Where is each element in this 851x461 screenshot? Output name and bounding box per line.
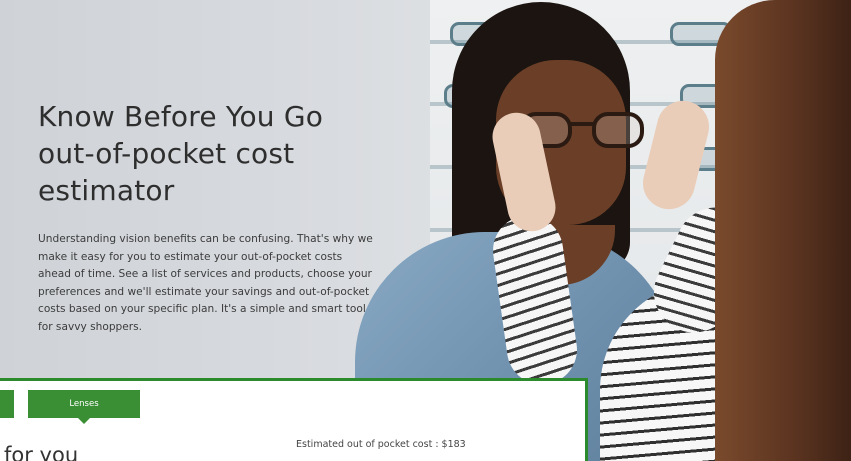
- eyeglass-lens: [592, 112, 644, 148]
- optician-hair: [715, 0, 851, 461]
- hero-title: Know Before You Go out-of-pocket cost es…: [38, 98, 378, 209]
- eyeglass-bridge: [570, 122, 594, 126]
- page: Know Before You Go out-of-pocket cost es…: [0, 0, 851, 461]
- hero-description: Understanding vision benefits can be con…: [38, 233, 373, 333]
- active-tab-indicator: [78, 418, 90, 424]
- estimated-cost-label: Estimated out of pocket cost : $183: [296, 439, 466, 450]
- card-heading: for you: [4, 443, 79, 461]
- hero-text-block: Know Before You Go out-of-pocket cost es…: [38, 98, 378, 336]
- hero-title-line: estimator: [38, 174, 175, 207]
- estimator-card: Lenses for you Estimated out of pocket c…: [0, 378, 588, 461]
- hero-title-line: Know Before You Go: [38, 100, 324, 133]
- tab-previous[interactable]: [0, 390, 14, 418]
- hero-title-line: out-of-pocket cost: [38, 137, 295, 170]
- tab-lenses[interactable]: Lenses: [28, 390, 140, 418]
